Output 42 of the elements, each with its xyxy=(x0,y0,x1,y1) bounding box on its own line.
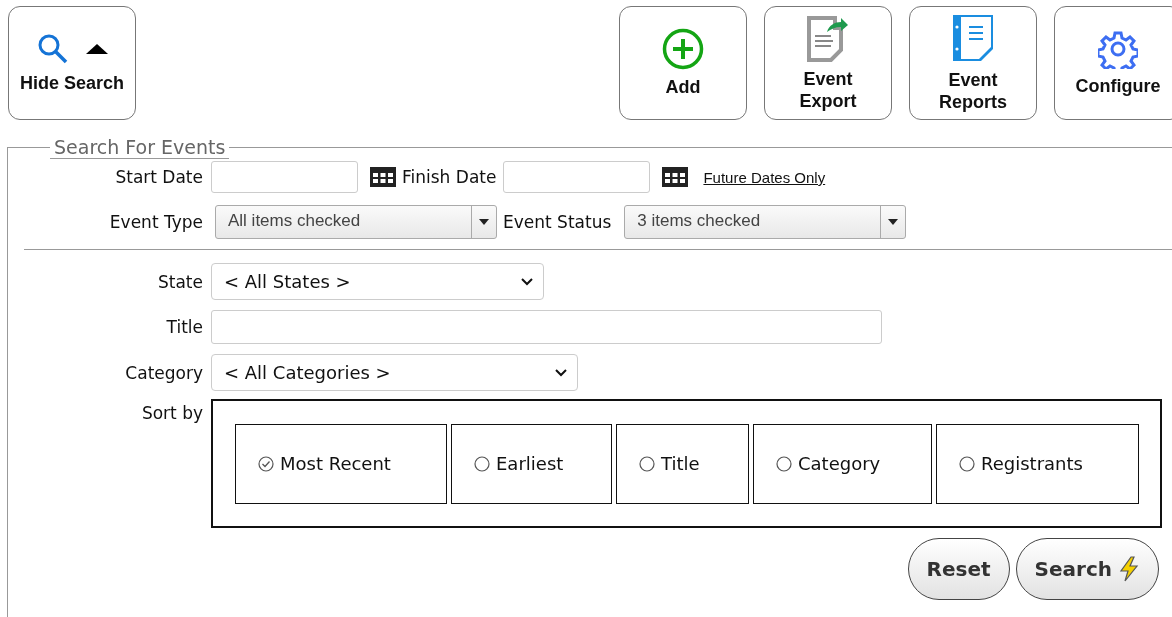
sort-option[interactable]: Earliest xyxy=(451,423,612,504)
chevron-down-icon xyxy=(555,368,567,377)
configure-button[interactable]: Configure xyxy=(1054,6,1172,120)
lightning-icon xyxy=(1118,556,1140,582)
finish-date-field[interactable] xyxy=(503,161,651,193)
field-label: Category xyxy=(124,362,203,383)
reset-button[interactable]: Reset xyxy=(907,538,1010,600)
caret-down-icon xyxy=(479,219,489,225)
caret-up-icon xyxy=(86,43,108,55)
future-dates-link[interactable]: Future Dates Only xyxy=(703,168,826,186)
field-label: Start Date xyxy=(114,167,203,187)
field-label: Event Status xyxy=(503,212,612,232)
category-select[interactable]: < All Categories > xyxy=(211,354,578,391)
document-export-icon xyxy=(805,14,851,62)
field-label: Event Type xyxy=(108,212,203,232)
start-date-field[interactable] xyxy=(211,161,358,193)
event-status-dropdown[interactable]: 3 items checked xyxy=(624,205,907,239)
calendar-icon[interactable] xyxy=(369,166,397,188)
title-field[interactable] xyxy=(211,310,882,344)
sort-option[interactable]: Most Recent xyxy=(235,423,447,504)
field-label: Finish Date xyxy=(402,167,497,187)
document-icon xyxy=(951,13,995,63)
settings-icon xyxy=(1098,29,1138,69)
search-icon xyxy=(36,32,70,66)
chevron-down-icon xyxy=(521,277,533,286)
section-legend: Search For Events xyxy=(50,136,230,159)
plus-circle-icon xyxy=(662,28,704,70)
sort-option[interactable]: Registrants xyxy=(936,423,1139,504)
field-label: Sort by xyxy=(140,403,203,423)
search-button[interactable]: Search xyxy=(1015,538,1159,600)
state-select[interactable]: < All States > xyxy=(211,263,544,300)
field-label: Title xyxy=(165,317,203,337)
reports-button[interactable]: Event Reports xyxy=(909,6,1037,120)
calendar-icon[interactable] xyxy=(661,166,690,188)
sort-option[interactable]: Title xyxy=(616,423,749,504)
caret-down-icon xyxy=(888,219,899,225)
add-button[interactable]: Add xyxy=(619,6,747,120)
hide-search-button[interactable]: Hide Search xyxy=(8,6,136,120)
export-button[interactable]: Event Export xyxy=(764,6,892,120)
field-label: State xyxy=(157,271,203,292)
sort-option[interactable]: Category xyxy=(753,423,932,504)
event-type-dropdown[interactable]: All items checked xyxy=(215,205,497,239)
